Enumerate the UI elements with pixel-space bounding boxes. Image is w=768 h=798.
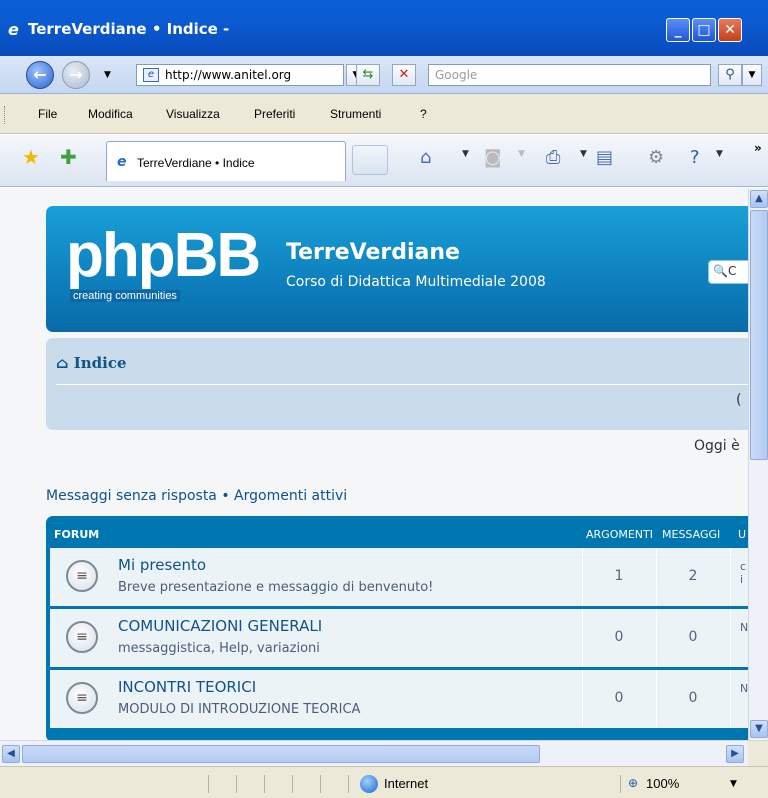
menu-help[interactable]: ? bbox=[420, 107, 427, 121]
zoom-level[interactable]: 100% bbox=[646, 776, 679, 791]
scroll-corner bbox=[748, 741, 768, 767]
horizontal-scroll-thumb[interactable] bbox=[22, 745, 540, 763]
col-posts-header: MESSAGGI bbox=[662, 528, 721, 541]
security-zone-label: Internet bbox=[384, 776, 429, 791]
forum-row: ≡ INCONTRI TEORICI MODULO DI INTRODUZION… bbox=[50, 670, 748, 728]
phpbb-logo[interactable]: phpBB creating communities bbox=[66, 221, 266, 308]
navbar: ⌂ Indice ( bbox=[46, 338, 748, 430]
last-post-stub: N bbox=[740, 682, 748, 695]
forum-title[interactable]: INCONTRI TEORICI bbox=[118, 678, 256, 696]
forum-read-icon: ≡ bbox=[66, 560, 98, 592]
menu-preferiti[interactable]: Preferiti bbox=[254, 107, 295, 121]
menu-grip bbox=[4, 106, 6, 124]
feeds-icon[interactable]: ◙ bbox=[484, 147, 501, 168]
vertical-scroll-thumb[interactable] bbox=[750, 210, 768, 460]
forward-button[interactable]: → bbox=[62, 61, 90, 89]
posts-count: 0 bbox=[688, 629, 698, 645]
search-options-icon[interactable]: ▼ bbox=[742, 64, 762, 86]
status-bar: Internet ⊕ 100% ▼ bbox=[0, 766, 768, 798]
topics-count: 1 bbox=[614, 568, 624, 584]
scroll-up-icon[interactable]: ▲ bbox=[750, 190, 768, 208]
posts-count: 2 bbox=[688, 568, 698, 584]
help-icon[interactable]: ? bbox=[690, 147, 700, 168]
logo-text: phpBB bbox=[66, 221, 261, 290]
breadcrumb-index[interactable]: ⌂ Indice bbox=[56, 354, 127, 372]
menu-strumenti[interactable]: Strumenti bbox=[330, 107, 381, 121]
zoom-icon[interactable]: ⊕ bbox=[628, 776, 638, 790]
home-dropdown-icon[interactable]: ▼ bbox=[462, 149, 469, 159]
navbar-divider bbox=[56, 384, 748, 385]
site-description: Corso di Didattica Multimediale 2008 bbox=[286, 274, 546, 290]
forum-description: Breve presentazione e messaggio di benve… bbox=[118, 580, 434, 595]
print-icon[interactable]: ⎙ bbox=[546, 147, 560, 168]
address-url: http://www.anitel.org bbox=[165, 68, 292, 82]
stop-icon[interactable]: ✕ bbox=[392, 64, 416, 86]
refresh-icon[interactable]: ⇆ bbox=[356, 64, 380, 86]
forum-title[interactable]: COMUNICAZIONI GENERALI bbox=[118, 617, 322, 635]
last-post-stub: N bbox=[740, 621, 748, 634]
scroll-right-icon[interactable]: ▶ bbox=[726, 745, 744, 763]
feeds-dropdown-icon[interactable]: ▼ bbox=[518, 149, 525, 159]
add-favorite-icon[interactable]: ✚ bbox=[60, 145, 77, 169]
col-last-header: U bbox=[738, 528, 747, 541]
page-menu-icon[interactable]: ▤ bbox=[596, 147, 613, 168]
search-go-icon[interactable]: ⚲ bbox=[718, 64, 742, 86]
vertical-scrollbar[interactable]: ▲ ▼ bbox=[748, 188, 768, 740]
ie-logo-icon: e bbox=[8, 20, 19, 39]
search-input[interactable]: Google bbox=[428, 64, 711, 86]
scroll-left-icon[interactable]: ◀ bbox=[2, 745, 20, 763]
quick-links[interactable]: Messaggi senza risposta • Argomenti atti… bbox=[46, 488, 347, 504]
minimize-button[interactable]: _ bbox=[666, 18, 690, 42]
window-title: TerreVerdiane • Indice - bbox=[28, 20, 230, 38]
page-viewport: phpBB creating communities TerreVerdiane… bbox=[0, 188, 748, 740]
forum-description: messaggistica, Help, variazioni bbox=[118, 641, 320, 656]
site-name: TerreVerdiane bbox=[286, 240, 460, 265]
tab-active[interactable]: e TerreVerdiane • Indice bbox=[106, 141, 346, 181]
last-post-stub: c i bbox=[740, 560, 747, 586]
chevron-more-icon[interactable]: » bbox=[754, 141, 762, 155]
tab-page-icon: e bbox=[117, 154, 127, 170]
scroll-down-icon[interactable]: ▼ bbox=[750, 720, 768, 738]
navbar-right-stub: ( bbox=[736, 392, 742, 408]
print-dropdown-icon[interactable]: ▼ bbox=[580, 149, 587, 159]
forum-read-icon: ≡ bbox=[66, 621, 98, 653]
menu-bar: File Modifica Visualizza Preferiti Strum… bbox=[0, 94, 768, 134]
back-button[interactable]: ← bbox=[26, 61, 54, 89]
zoom-dropdown-icon[interactable]: ▼ bbox=[730, 779, 737, 789]
favorites-star-icon[interactable]: ★ bbox=[22, 145, 40, 169]
forum-row: ≡ Mi presento Breve presentazione e mess… bbox=[50, 548, 748, 606]
forum-row: ≡ COMUNICAZIONI GENERALI messaggistica, … bbox=[50, 609, 748, 667]
tab-label: TerreVerdiane • Indice bbox=[137, 156, 255, 170]
search-placeholder: Google bbox=[435, 68, 478, 82]
topics-count: 0 bbox=[614, 690, 624, 706]
tab-toolbar: ★ ✚ e TerreVerdiane • Indice ⌂ ▼ ◙ ▼ ⎙ ▼… bbox=[0, 135, 768, 187]
logo-tagline: creating communities bbox=[70, 290, 180, 302]
new-tab-button[interactable] bbox=[352, 145, 388, 175]
address-field[interactable]: e http://www.anitel.org bbox=[136, 64, 344, 86]
posts-count: 0 bbox=[688, 690, 698, 706]
tools-gear-icon[interactable]: ⚙ bbox=[648, 147, 664, 168]
menu-visualizza[interactable]: Visualizza bbox=[166, 107, 220, 121]
menu-modifica[interactable]: Modifica bbox=[88, 107, 133, 121]
forum-title[interactable]: Mi presento bbox=[118, 556, 206, 574]
topics-count: 0 bbox=[614, 629, 624, 645]
home-icon[interactable]: ⌂ bbox=[420, 147, 431, 168]
current-date-text: Oggi è bbox=[694, 438, 740, 454]
address-toolbar: ← → ▼ e http://www.anitel.org ▼ ⇆ ✕ Goog… bbox=[0, 56, 768, 94]
menu-file[interactable]: File bbox=[38, 107, 57, 121]
forum-header: FORUM bbox=[54, 528, 100, 541]
page-icon: e bbox=[143, 68, 159, 82]
maximize-button[interactable]: □ bbox=[692, 18, 716, 42]
forum-description: MODULO DI INTRODUZIONE TEORICA bbox=[118, 702, 361, 717]
forum-read-icon: ≡ bbox=[66, 682, 98, 714]
site-header: phpBB creating communities TerreVerdiane… bbox=[46, 206, 748, 332]
internet-zone-icon bbox=[360, 775, 378, 793]
horizontal-scrollbar[interactable]: ◀ ▶ bbox=[0, 740, 768, 767]
history-dropdown-icon[interactable]: ▼ bbox=[104, 70, 111, 80]
forum-search-box[interactable]: 🔍C bbox=[708, 260, 748, 284]
col-topics-header: ARGOMENTI bbox=[586, 528, 653, 541]
forum-table: FORUM ARGOMENTI MESSAGGI U ≡ Mi presento… bbox=[46, 516, 748, 740]
close-button[interactable]: ✕ bbox=[718, 18, 742, 42]
help-dropdown-icon[interactable]: ▼ bbox=[716, 149, 723, 159]
